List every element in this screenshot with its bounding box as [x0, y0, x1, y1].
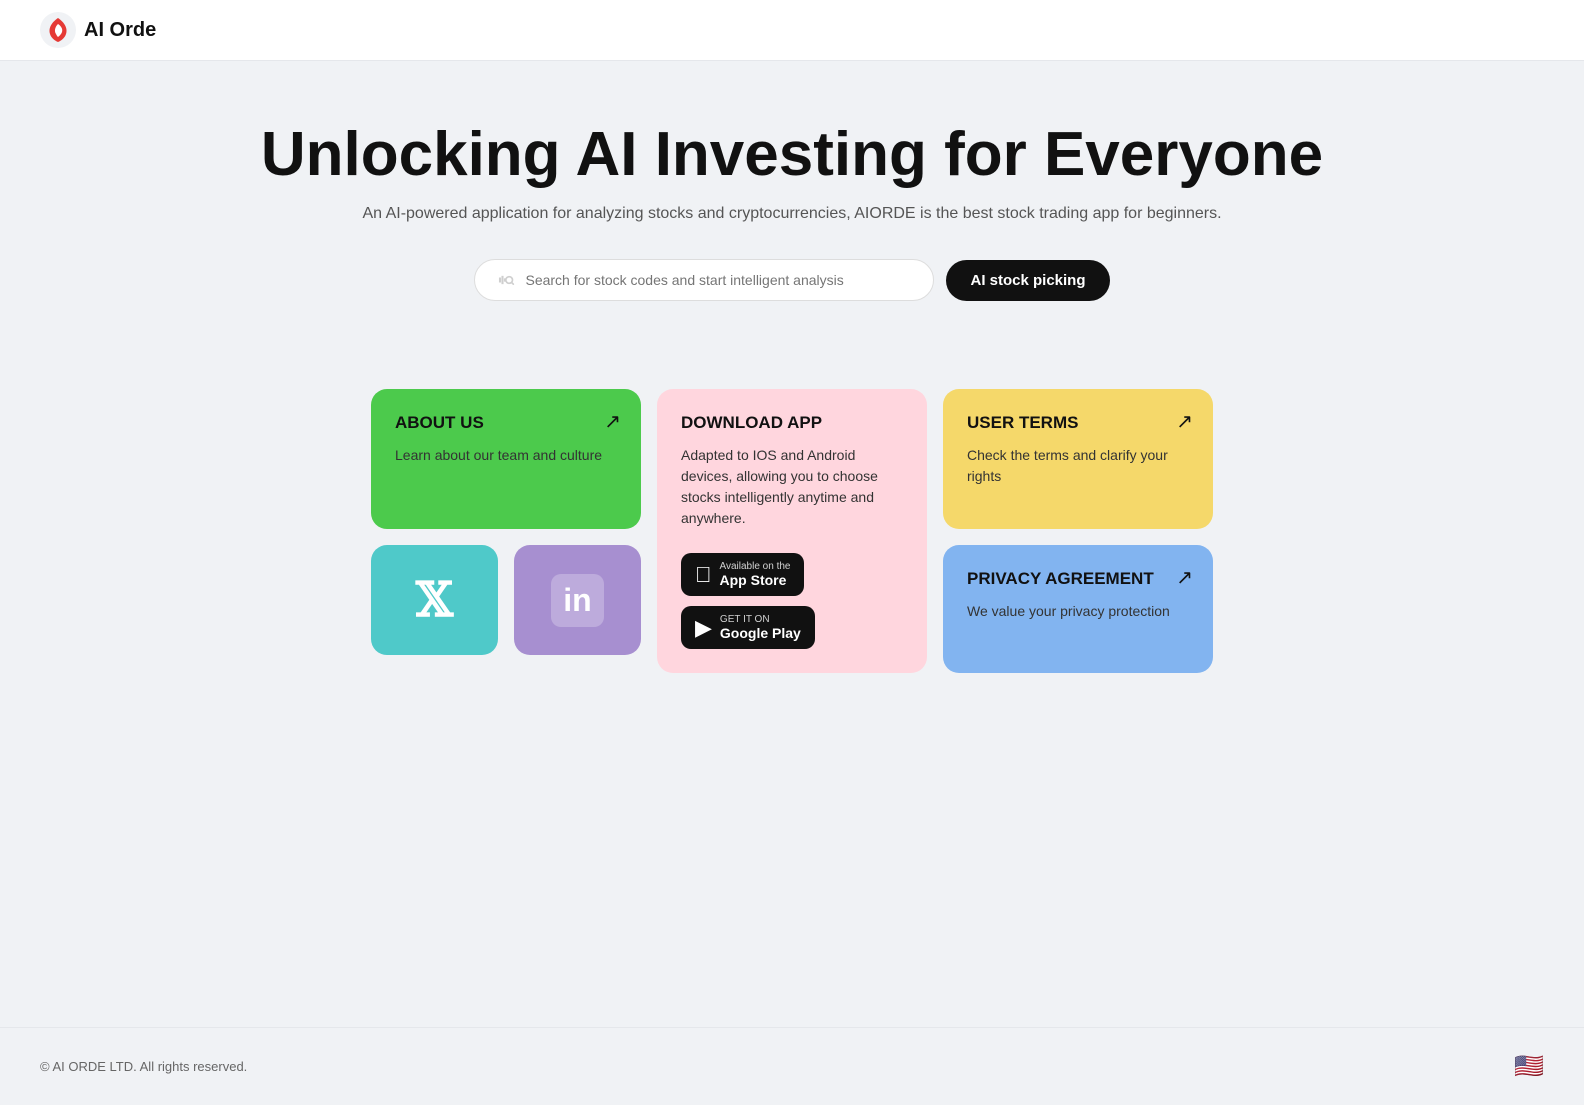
cards-grid: ↗ ABOUT US Learn about our team and cult…	[371, 389, 1213, 673]
ai-stock-picking-button[interactable]: AI stock picking	[946, 260, 1109, 301]
logo[interactable]: AI Orde	[40, 12, 156, 48]
privacy-arrow-icon: ↗	[1176, 565, 1193, 590]
about-us-desc: Learn about our team and culture	[395, 445, 617, 466]
download-app-desc: Adapted to IOS and Android devices, allo…	[681, 445, 903, 529]
footer-copyright: © AI ORDE LTD. All rights reserved.	[40, 1059, 247, 1074]
logo-text: AI Orde	[84, 19, 156, 42]
footer: © AI ORDE LTD. All rights reserved. 🇺🇸	[0, 1027, 1584, 1105]
linkedin-icon: in	[563, 582, 591, 618]
hero-section: Unlocking AI Investing for Everyone An A…	[0, 61, 1584, 389]
hero-title: Unlocking AI Investing for Everyone	[20, 121, 1564, 189]
x-icon: 𝕏	[416, 572, 453, 628]
privacy-title: PRIVACY AGREEMENT	[967, 569, 1189, 589]
download-app-card[interactable]: DOWNLOAD APP Adapted to IOS and Android …	[657, 389, 927, 673]
appstore-label: Available on the App Store	[720, 561, 791, 588]
privacy-agreement-card[interactable]: ↗ PRIVACY AGREEMENT We value your privac…	[943, 545, 1213, 673]
user-terms-card[interactable]: ↗ USER TERMS Check the terms and clarify…	[943, 389, 1213, 529]
google-play-icon: ▶	[695, 615, 712, 641]
hero-subtitle: An AI-powered application for analyzing …	[20, 205, 1564, 223]
about-us-title: ABOUT US	[395, 413, 617, 433]
cards-container: ↗ ABOUT US Learn about our team and cult…	[0, 389, 1584, 673]
googleplay-label: GET IT ON Google Play	[720, 614, 801, 641]
linkedin-card[interactable]: in	[514, 545, 641, 655]
search-icon	[495, 270, 515, 290]
googleplay-button[interactable]: ▶ GET IT ON Google Play	[681, 606, 815, 649]
search-box[interactable]	[474, 259, 934, 301]
user-terms-desc: Check the terms and clarify your rights	[967, 445, 1189, 487]
navbar: AI Orde	[0, 0, 1584, 61]
privacy-desc: We value your privacy protection	[967, 601, 1189, 622]
store-buttons:  Available on the App Store ▶ GET IT ON…	[681, 553, 903, 649]
about-us-card[interactable]: ↗ ABOUT US Learn about our team and cult…	[371, 389, 641, 529]
user-terms-arrow-icon: ↗	[1176, 409, 1193, 434]
about-us-arrow-icon: ↗	[604, 409, 621, 434]
logo-icon	[40, 12, 76, 48]
download-app-title: DOWNLOAD APP	[681, 413, 903, 433]
flag-icon: 🇺🇸	[1514, 1052, 1544, 1081]
apple-icon: 	[695, 562, 712, 588]
x-social-card[interactable]: 𝕏	[371, 545, 498, 655]
linkedin-icon-box: in	[551, 574, 603, 627]
search-input[interactable]	[525, 272, 913, 288]
search-row: AI stock picking	[20, 259, 1564, 301]
user-terms-title: USER TERMS	[967, 413, 1189, 433]
appstore-button[interactable]:  Available on the App Store	[681, 553, 804, 596]
social-row: 𝕏 in	[371, 545, 641, 673]
